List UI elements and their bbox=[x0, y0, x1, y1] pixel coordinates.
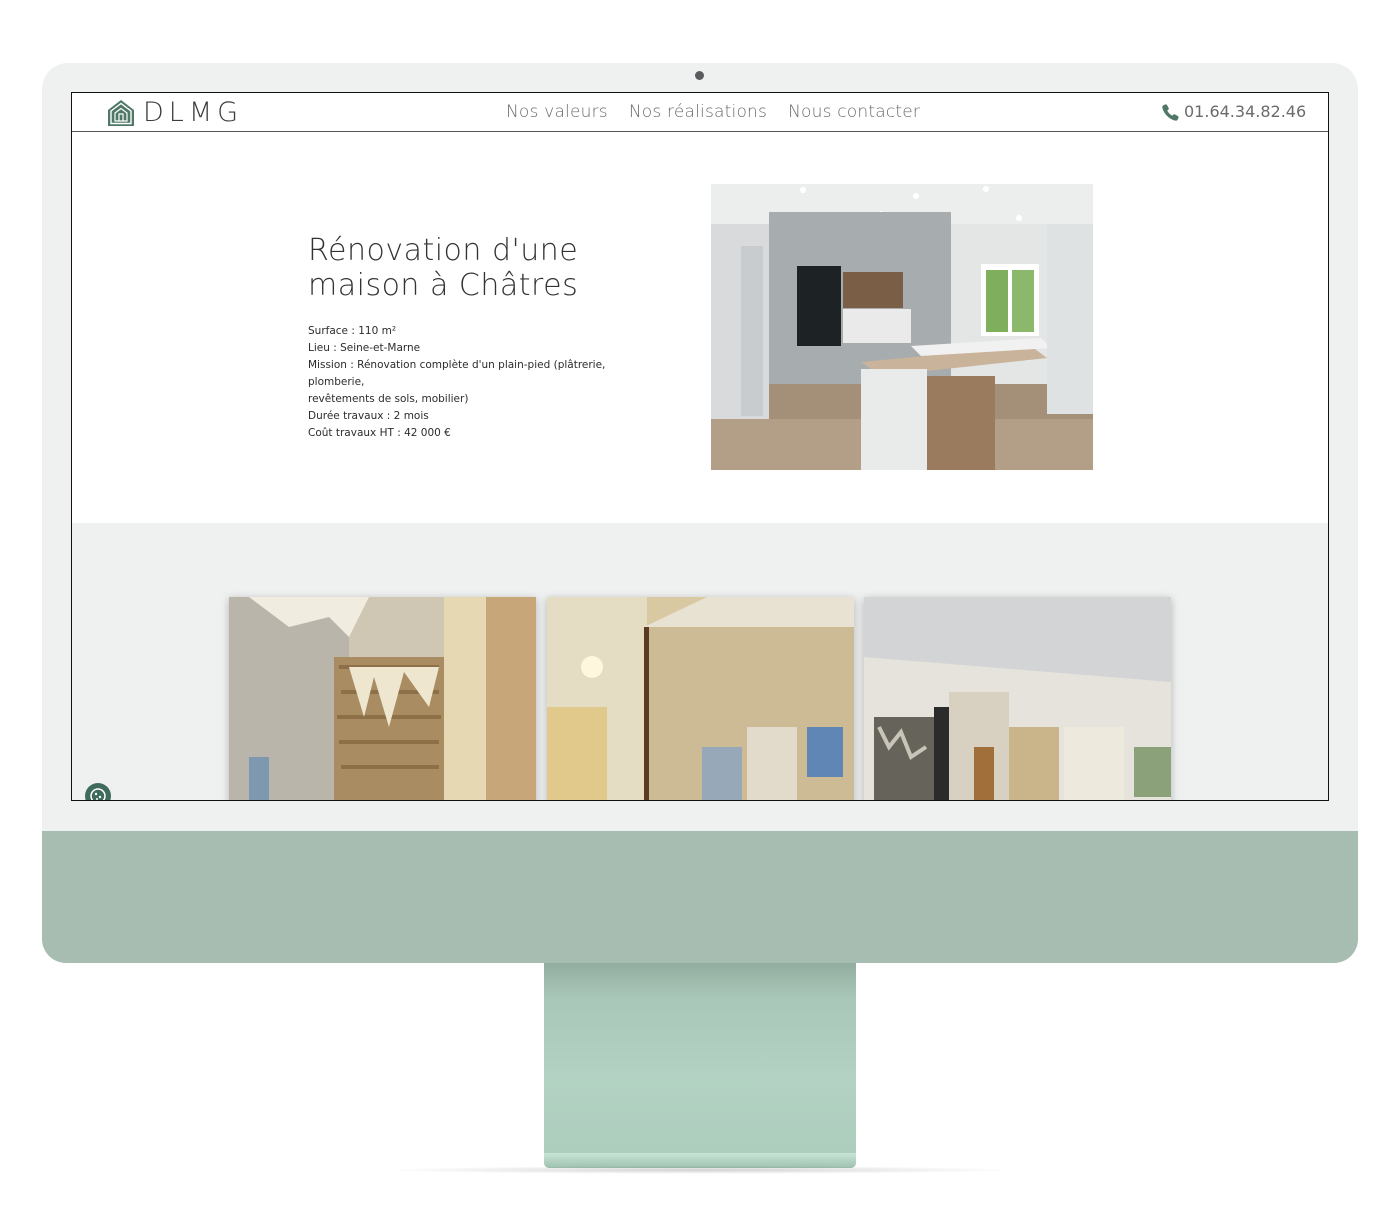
project-main-photo[interactable] bbox=[711, 184, 1093, 470]
main-nav: Nos valeurs Nos réalisations Nous contac… bbox=[506, 102, 920, 122]
gallery-photo-1[interactable] bbox=[229, 597, 536, 800]
nav-item-contact[interactable]: Nous contacter bbox=[788, 102, 920, 122]
website-screen: DLMG Nos valeurs Nos réalisations Nous c… bbox=[71, 92, 1329, 801]
camera-dot bbox=[695, 71, 704, 80]
cookie-icon bbox=[90, 788, 106, 800]
project-title: Rénovation d'une maison à Châtres bbox=[308, 233, 638, 303]
project-title-line1: Rénovation d'une bbox=[308, 233, 579, 268]
phone-link[interactable]: 01.64.34.82.46 bbox=[1161, 102, 1306, 122]
imac-stand bbox=[544, 963, 856, 1155]
gallery-photo-2[interactable] bbox=[547, 597, 854, 800]
detail-surface: Surface : 110 m² bbox=[308, 325, 397, 337]
brand-name[interactable]: DLMG bbox=[143, 97, 243, 129]
project-title-line2: maison à Châtres bbox=[308, 268, 579, 303]
detail-mission: Mission : Rénovation complète d'un plain… bbox=[308, 359, 606, 388]
phone-icon bbox=[1162, 103, 1179, 121]
detail-mission-cont: revêtements de sols, mobilier) bbox=[308, 393, 469, 405]
nav-item-realisations[interactable]: Nos réalisations bbox=[629, 102, 767, 122]
detail-lieu: Lieu : Seine-et-Marne bbox=[308, 342, 421, 354]
photo-gallery bbox=[72, 523, 1328, 800]
stand-shadow bbox=[380, 1166, 1020, 1174]
detail-duree: Durée travaux : 2 mois bbox=[308, 410, 429, 422]
nav-item-valeurs[interactable]: Nos valeurs bbox=[506, 102, 608, 122]
phone-number: 01.64.34.82.46 bbox=[1184, 102, 1307, 121]
house-logo-icon[interactable] bbox=[106, 98, 136, 128]
cookie-settings-button[interactable] bbox=[85, 783, 111, 800]
project-details: Surface : 110 m² Lieu : Seine-et-Marne M… bbox=[308, 323, 648, 442]
detail-cout: Coût travaux HT : 42 000 € bbox=[308, 427, 451, 439]
site-header: DLMG Nos valeurs Nos réalisations Nous c… bbox=[72, 93, 1328, 132]
gallery-photo-3[interactable] bbox=[864, 597, 1171, 800]
imac-chin bbox=[42, 831, 1358, 963]
